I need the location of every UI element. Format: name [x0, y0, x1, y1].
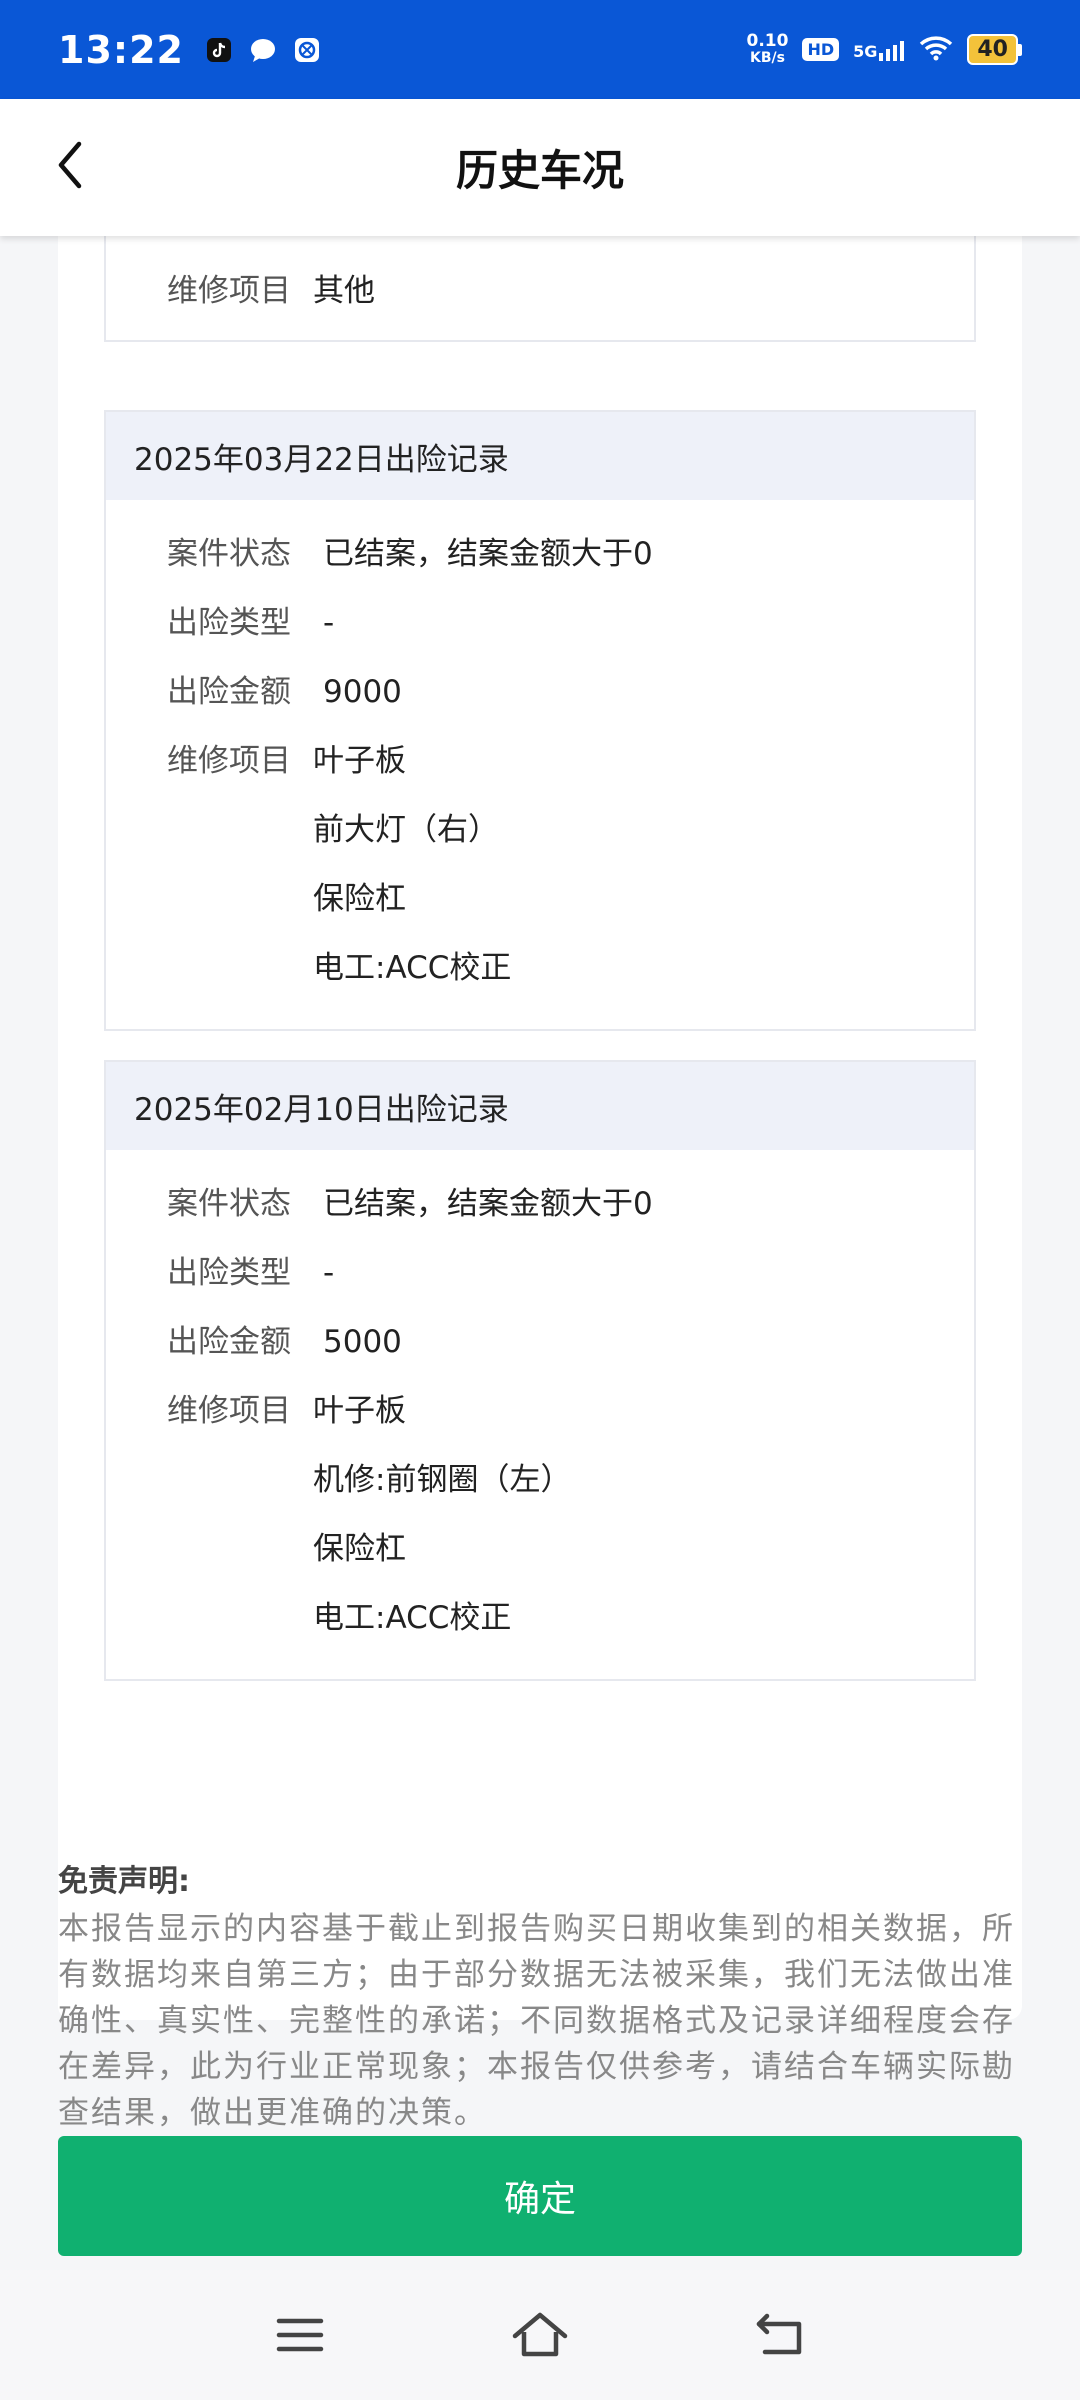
chat-bubble-icon — [248, 35, 278, 65]
label-amount: 出险金额 — [167, 674, 291, 710]
net-speed: 0.10 KB/s — [746, 30, 789, 67]
net-speed-value: 0.10 — [746, 30, 789, 51]
history-panel: 出险金额 1000 维修项目 其他 2025年03月22日出险记录 案件状态 已… — [58, 236, 1022, 2020]
label-items: 维修项目 — [167, 1393, 291, 1429]
value-type: - — [323, 605, 335, 641]
repair-item: 前大灯（右） — [313, 812, 499, 848]
page-title: 历史车况 — [455, 146, 624, 195]
record-card: 2025年03月22日出险记录 案件状态 已结案，结案金额大于0 出险类型 - … — [104, 410, 976, 1031]
record-row-items: 维修项目 其他 — [106, 257, 974, 326]
status-time: 13:22 — [58, 27, 184, 72]
menu-button[interactable] — [265, 2300, 335, 2370]
record-row-status: 案件状态 已结案，结案金额大于0 — [106, 520, 974, 589]
repair-item: 保险杠 — [313, 881, 406, 917]
value-status: 已结案，结案金额大于0 — [323, 1186, 653, 1222]
record-row-items: 维修项目 叶子板 — [106, 1377, 974, 1446]
record-row-amount: 出险金额 9000 — [106, 658, 974, 727]
status-bar: 13:22 0.10 KB/s HD 5G 40 — [0, 0, 1080, 99]
label-items: 维修项目 — [167, 273, 291, 309]
record-title: 2025年03月22日出险记录 — [106, 412, 974, 500]
label-items: 维修项目 — [167, 743, 291, 779]
value-status: 已结案，结案金额大于0 — [323, 536, 653, 572]
value-items: 其他 — [313, 273, 375, 309]
repair-item: 机修:前钢圈（左） — [313, 1462, 572, 1498]
home-button[interactable] — [505, 2300, 575, 2370]
label-type: 出险类型 — [167, 1255, 291, 1291]
signal-label: 5G — [853, 41, 878, 61]
record-row-items: 维修项目 叶子板 — [106, 727, 974, 796]
home-icon — [512, 2312, 568, 2357]
value-type: - — [323, 1255, 335, 1291]
record-row-type: 出险类型 - — [106, 1239, 974, 1308]
record-card: 2025年02月10日出险记录 案件状态 已结案，结案金额大于0 出险类型 - … — [104, 1060, 976, 1681]
value-amount: 9000 — [323, 674, 402, 710]
label-status: 案件状态 — [167, 536, 291, 572]
label-amount: 出险金额 — [106, 236, 291, 257]
system-nav-bar — [0, 2270, 1080, 2400]
menu-icon — [276, 2318, 324, 2352]
content-area[interactable]: 出险金额 1000 维修项目 其他 2025年03月22日出险记录 案件状态 已… — [0, 236, 1080, 2270]
repair-item: 电工:ACC校正 — [313, 1600, 512, 1636]
hd-badge: HD — [802, 38, 840, 61]
tiktok-icon — [204, 35, 234, 65]
battery-icon: 40 — [967, 34, 1022, 65]
back-button[interactable] — [40, 135, 100, 195]
app-icon — [292, 35, 322, 65]
app-header: 历史车况 — [0, 99, 1080, 236]
label-status: 案件状态 — [167, 1186, 291, 1222]
confirm-button[interactable]: 确定 — [58, 2136, 1022, 2256]
repair-item: 保险杠 — [313, 1531, 406, 1567]
label-amount: 出险金额 — [167, 1324, 291, 1360]
record-title: 2025年02月10日出险记录 — [106, 1062, 974, 1150]
repair-item: 叶子板 — [313, 743, 406, 779]
back-nav-button[interactable] — [745, 2300, 815, 2370]
value-amount: 5000 — [323, 1324, 402, 1360]
record-row-type: 出险类型 - — [106, 589, 974, 658]
label-type: 出险类型 — [167, 605, 291, 641]
back-icon — [756, 2313, 802, 2355]
net-speed-unit: KB/s — [749, 49, 785, 66]
disclaimer-title: 免责声明: — [58, 1864, 190, 1899]
wifi-icon — [919, 35, 953, 65]
value-amount: 1000 — [291, 236, 392, 257]
battery-level: 40 — [967, 34, 1018, 65]
record-row-status: 案件状态 已结案，结案金额大于0 — [106, 1170, 974, 1239]
repair-item: 电工:ACC校正 — [313, 950, 512, 986]
record-row-amount: 出险金额 5000 — [106, 1308, 974, 1377]
disclaimer-text: 本报告显示的内容基于截止到报告购买日期收集到的相关数据，所有数据均来自第三方；由… — [58, 1911, 1015, 2131]
record-row-amount: 出险金额 1000 — [106, 236, 974, 257]
signal-icon: 5G — [853, 39, 905, 61]
disclaimer: 免责声明: 本报告显示的内容基于截止到报告购买日期收集到的相关数据，所有数据均来… — [58, 1856, 1022, 2136]
repair-item: 叶子板 — [313, 1393, 406, 1429]
record-partial: 出险金额 1000 维修项目 其他 — [104, 236, 976, 342]
chevron-left-icon — [58, 141, 82, 189]
